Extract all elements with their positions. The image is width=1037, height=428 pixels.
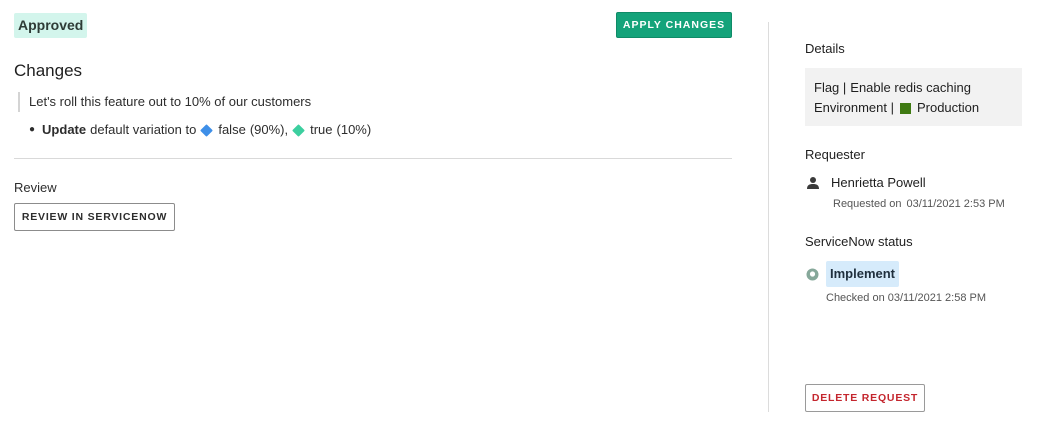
review-in-servicenow-button[interactable]: REVIEW IN SERVICENOW <box>14 203 175 231</box>
requested-on-label: Requested on <box>833 198 902 210</box>
diamond-icon <box>292 123 305 137</box>
apply-changes-button[interactable]: APPLY CHANGES <box>616 12 732 38</box>
changes-heading: Changes <box>14 61 83 80</box>
instruction-action: Update <box>42 122 87 137</box>
change-instruction: ● Update default variation to false (90%… <box>29 122 371 138</box>
servicenow-status-heading: ServiceNow status <box>805 234 913 249</box>
checked-on: Checked on 03/11/2021 2:58 PM <box>826 292 987 304</box>
column-divider <box>768 22 769 412</box>
environment-row: Environment | Production <box>814 98 1013 118</box>
change-description: Let's roll this feature out to 10% of ou… <box>18 92 311 112</box>
requester-name: Henrietta Powell <box>831 175 926 190</box>
requested-on: Requested on 03/11/2021 2:53 PM <box>833 198 1005 210</box>
status-circle-icon <box>806 268 819 280</box>
person-icon <box>807 176 819 189</box>
servicenow-state-badge: Implement <box>826 261 900 287</box>
status-badge: Approved <box>14 13 88 38</box>
variation-true-label: true <box>310 122 333 137</box>
requester-row: Henrietta Powell <box>806 175 926 190</box>
variation-true-percent: (10%) <box>336 122 372 137</box>
environment-prefix: Environment | <box>814 100 894 115</box>
requested-on-time: 03/11/2021 2:53 PM <box>906 198 1005 210</box>
details-box: Flag | Enable redis caching Environment … <box>805 68 1022 126</box>
environment-color-swatch <box>899 102 911 114</box>
environment-name: Production <box>916 100 980 115</box>
section-divider <box>14 158 732 159</box>
review-heading: Review <box>14 180 57 195</box>
variation-false-percent: (90%), <box>249 122 289 137</box>
requester-heading: Requester <box>805 147 865 162</box>
flag-name[interactable]: Enable redis caching <box>850 78 971 98</box>
bullet-icon: ● <box>29 124 36 135</box>
flag-row: Flag | Enable redis caching <box>814 78 1013 98</box>
diamond-icon <box>200 123 214 137</box>
instruction-text: default variation to <box>90 122 197 137</box>
delete-request-button[interactable]: DELETE REQUEST <box>805 384 925 412</box>
flag-prefix: Flag | <box>814 80 847 95</box>
variation-false-label: false <box>218 122 246 137</box>
servicenow-status-row: Implement <box>806 261 900 287</box>
details-heading: Details <box>805 41 845 56</box>
